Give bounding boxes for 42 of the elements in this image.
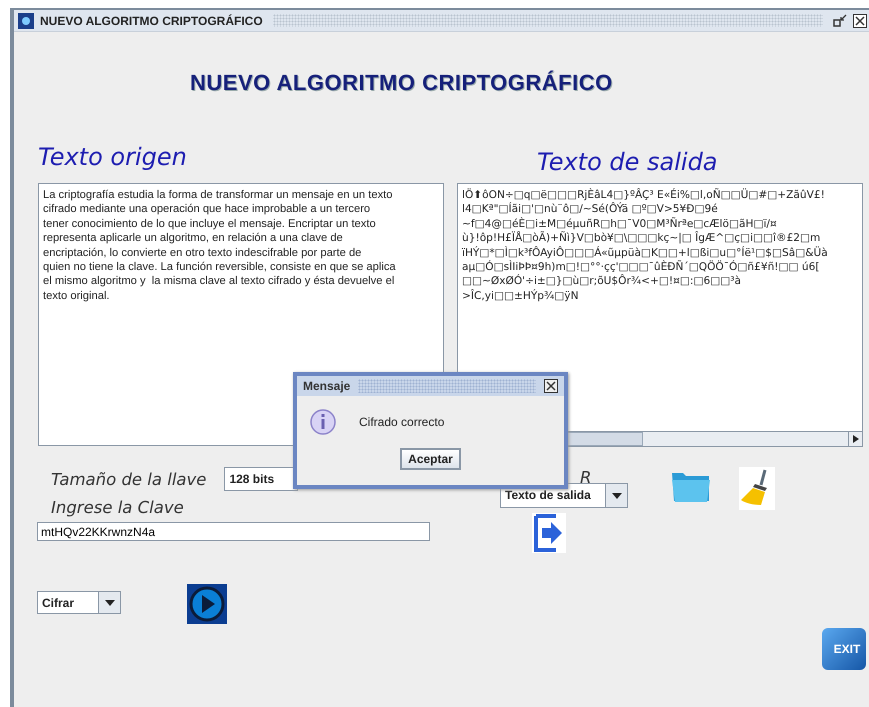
text-line: >ÎC,yi□□±HÝp¾□ÿN xyxy=(462,288,580,304)
text-line: ù}!ôp!H£ÏÅ□òÃ)+Ñì}V□bò¥□\□□□kç~|□ ÎgÆ^□ç□i□□î®£2□m xyxy=(462,231,822,246)
close-icon[interactable] xyxy=(544,379,558,393)
text-line: encriptación, lo convierte en otro texto indescifrable por parte de xyxy=(43,246,362,260)
text-line: el mismo algoritmo y la misma clave al texto cifrado y ésta devuelve el xyxy=(43,274,396,289)
key-input-field[interactable]: mtHQv22KKrwnzN4a xyxy=(37,522,430,541)
text-line: cifrado mediante una operación que hace improbable a un tercero xyxy=(43,202,372,217)
text-line: representa aplicarle un algoritmo, en relación a una clave de xyxy=(43,231,344,246)
text-line: La criptografía estudia la forma de transformar un mensaje en un texto xyxy=(43,188,394,202)
text-line: tener conocimiento de lo que incluye el mensaje. Encriptar un texto xyxy=(43,216,377,232)
output-text-label: Texto de salida xyxy=(537,148,718,176)
folder-button[interactable] xyxy=(671,471,711,503)
caret-icon xyxy=(612,492,622,498)
window-title: NUEVO ALGORITMO CRIPTOGRÁFICO xyxy=(40,14,263,28)
key-size-dropdown[interactable]: 128 bits xyxy=(224,467,298,491)
text-line: aµ□Ó□sÌIiÞÞ¤9h)m□!□°°·çç'□□□¯ûÈÐÑ´□QÖÖ¯Ó□ñ£¥ñ!□□ ú6[ xyxy=(462,260,821,274)
output-text-area[interactable] xyxy=(457,183,863,431)
dialog-message: Cifrado correcto xyxy=(359,415,444,429)
clear-button[interactable] xyxy=(739,467,775,510)
info-icon xyxy=(309,408,337,436)
text-line: ïHÝ□*□Ì□k³fÔAyiÔ□□□Á«ũµpüà□K□□+l□ßi□u□°Íë¹□$□Sâ□&Üà xyxy=(462,246,829,260)
caret-icon xyxy=(104,600,114,606)
text-line: ~f□4@□éÈ□i±M□éµuñR□h□¯V0□M³Ñrªe□cÆlö□ãH□ï/¤ xyxy=(462,216,778,231)
text-line: lÖ⬆ôON÷□q□ë□□□RjÈâL4□}ºÂÇ³ E«Éi%□l,oÑ□□Ü□#□+ZãûV£! xyxy=(462,188,826,202)
app-icon xyxy=(18,12,34,28)
text-line: l4□Kª"□Íãi□'□nù¨ô□/~Sé(ÔÝä □º□V>5¥Ð□9é xyxy=(462,202,719,217)
text-line: quien no tiene la clave. La función reversible, consiste en que se aplica xyxy=(43,260,397,274)
app-heading: NUEVO ALGORITMO CRIPTOGRÁFICO xyxy=(189,69,614,96)
restore-icon[interactable] xyxy=(833,14,847,28)
play-button[interactable] xyxy=(187,584,227,624)
text-line: texto original. xyxy=(43,288,111,304)
text-line: □□~ØxØÓ'÷i±□}□ù□r;õU$Ôr¾<+□!¤□:□6□□³à xyxy=(462,274,742,289)
exit-button[interactable]: EXIT xyxy=(822,628,866,670)
key-size-label: Tamaño de la llave xyxy=(51,470,206,488)
arrow-icon[interactable] xyxy=(852,435,858,443)
close-icon[interactable] xyxy=(853,14,867,28)
operation-dropdown[interactable]: Cifrar xyxy=(37,591,121,614)
export-button[interactable] xyxy=(532,513,566,553)
accept-button[interactable]: Aceptar xyxy=(400,448,461,470)
dialog-title: Mensaje xyxy=(303,379,350,393)
source-text-label: Texto origen xyxy=(38,143,187,171)
key-label: Ingrese la Clave xyxy=(50,498,185,517)
